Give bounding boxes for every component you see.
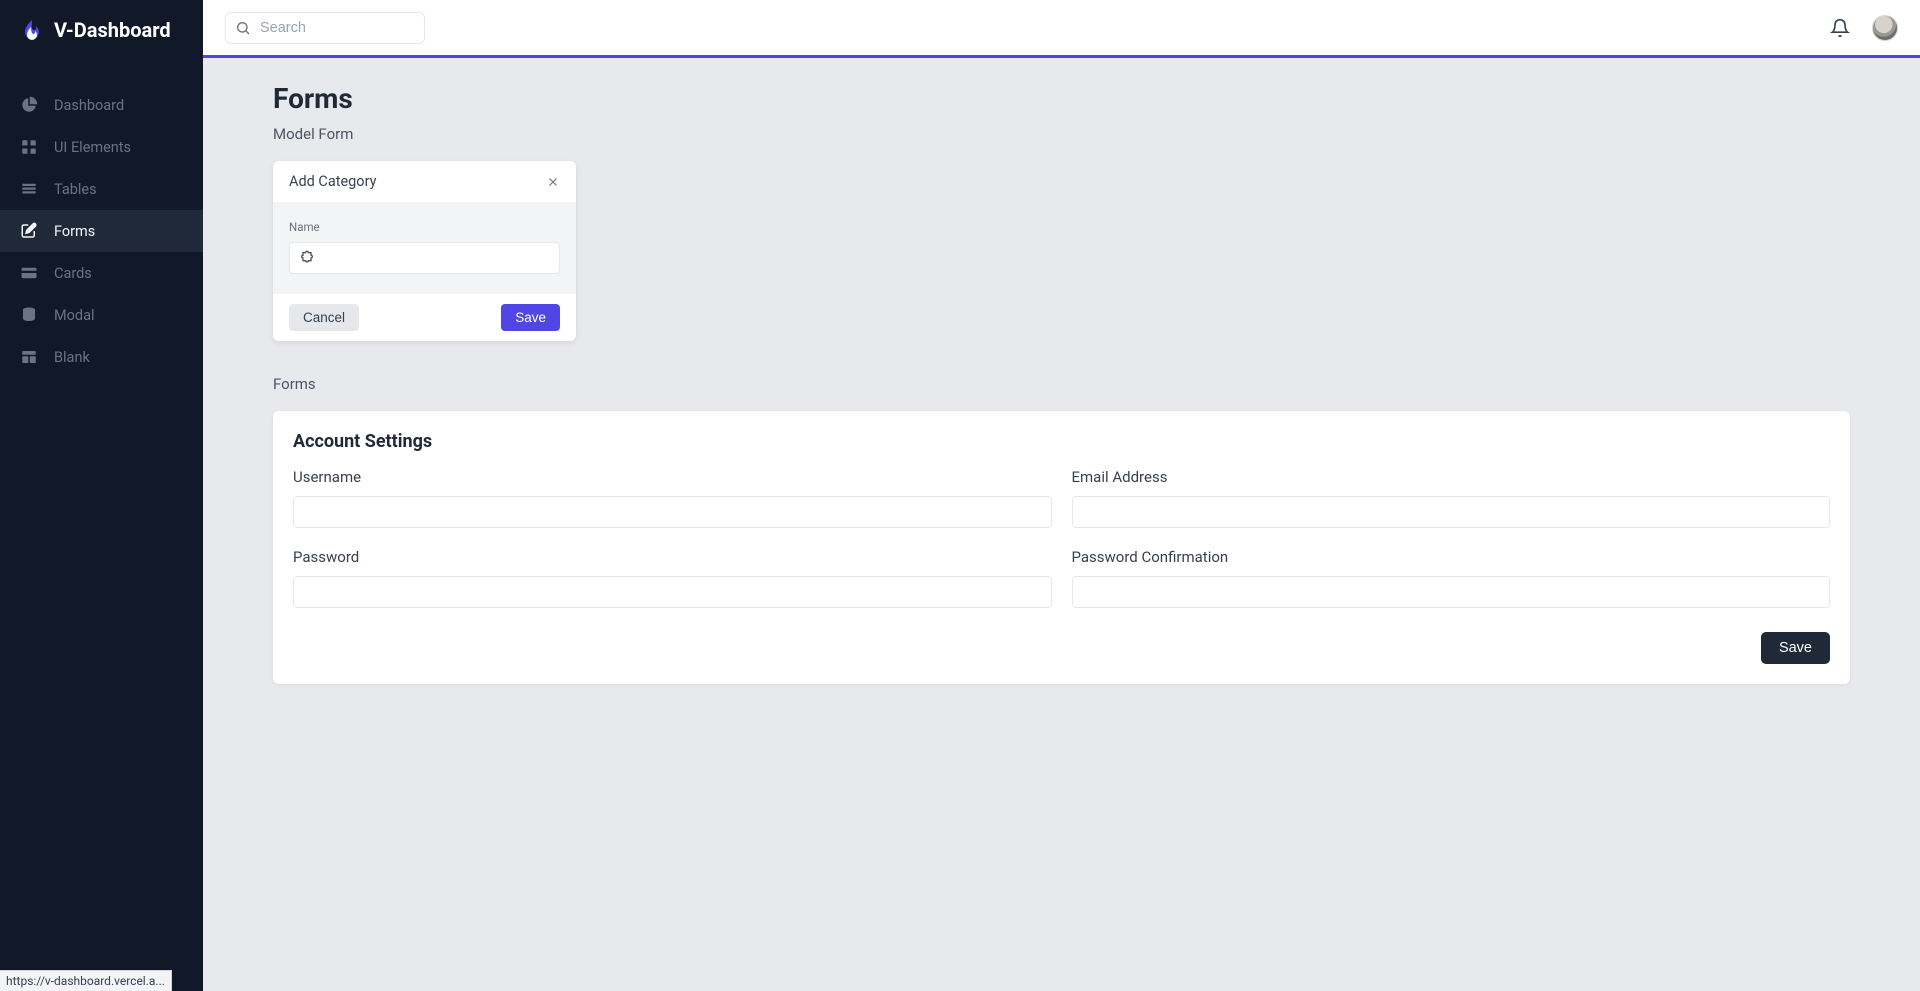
name-input[interactable] [289, 242, 560, 274]
password-confirm-input[interactable] [1072, 576, 1831, 608]
chart-pie-icon [20, 96, 38, 114]
grid-icon [20, 138, 38, 156]
cancel-button[interactable]: Cancel [289, 304, 359, 331]
sidebar-item-label: Cards [54, 265, 92, 282]
database-icon [20, 306, 38, 324]
close-icon[interactable] [546, 175, 560, 189]
section-label-forms: Forms [273, 375, 1850, 393]
sidebar-item-cards[interactable]: Cards [0, 252, 203, 294]
username-label: Username [293, 468, 1052, 486]
flame-logo-icon [20, 18, 44, 42]
avatar[interactable] [1872, 15, 1898, 41]
sidebar-item-label: Blank [54, 349, 90, 366]
sidebar-item-label: Modal [54, 307, 95, 324]
table-icon [20, 180, 38, 198]
brand: V-Dashboard [0, 0, 203, 60]
search-field [225, 12, 425, 44]
search-input[interactable] [225, 12, 425, 44]
notifications-button[interactable] [1830, 18, 1850, 38]
credit-card-icon [20, 264, 38, 282]
sidebar-item-tables[interactable]: Tables [0, 168, 203, 210]
sidebar-item-dashboard[interactable]: Dashboard [0, 84, 203, 126]
modal-title: Add Category [289, 173, 376, 190]
search-icon [235, 20, 251, 36]
email-label: Email Address [1072, 468, 1831, 486]
sidebar-item-ui-elements[interactable]: UI Elements [0, 126, 203, 168]
sidebar-item-label: Forms [54, 223, 95, 240]
sidebar-item-label: UI Elements [54, 139, 131, 156]
sidebar-item-forms[interactable]: Forms [0, 210, 203, 252]
password-confirm-label: Password Confirmation [1072, 548, 1831, 566]
save-button[interactable]: Save [501, 304, 560, 331]
sidebar-nav: Dashboard UI Elements Tables Forms Cards… [0, 84, 203, 378]
page-content: Forms Model Form Add Category Name [203, 58, 1920, 991]
account-settings-card: Account Settings Username Email Address … [273, 411, 1850, 684]
sidebar-item-label: Tables [54, 181, 97, 198]
page-title: Forms [273, 82, 1850, 115]
layout-icon [20, 348, 38, 366]
sidebar-item-modal[interactable]: Modal [0, 294, 203, 336]
status-link-tooltip: https://v-dashboard.vercel.a... [0, 970, 172, 991]
puzzle-icon [299, 250, 315, 266]
save-account-button[interactable]: Save [1761, 632, 1830, 664]
edit-icon [20, 222, 38, 240]
model-form-card: Add Category Name Cancel [273, 161, 576, 341]
password-label: Password [293, 548, 1052, 566]
card-title: Account Settings [293, 431, 1830, 452]
password-input[interactable] [293, 576, 1052, 608]
sidebar-item-label: Dashboard [54, 97, 124, 114]
section-label-model-form: Model Form [273, 125, 1850, 143]
brand-title: V-Dashboard [54, 18, 171, 42]
topbar [203, 0, 1920, 58]
username-input[interactable] [293, 496, 1052, 528]
sidebar-item-blank[interactable]: Blank [0, 336, 203, 378]
email-input[interactable] [1072, 496, 1831, 528]
name-field-label: Name [289, 220, 560, 234]
sidebar: V-Dashboard Dashboard UI Elements Tables… [0, 0, 203, 991]
